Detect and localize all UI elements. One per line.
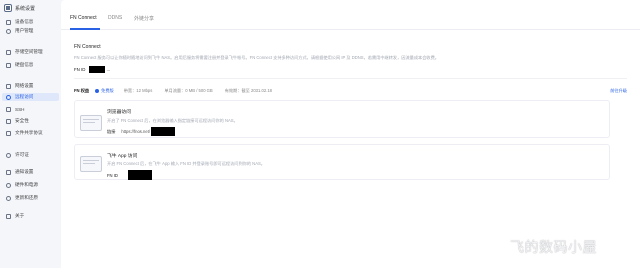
plan-badge-text: 免费版: [101, 88, 114, 93]
browser-access-title: 浏览器访问: [107, 110, 131, 115]
sidebar-item-license[interactable]: 许可证: [2, 151, 59, 159]
app-fn-id-redacted: [127, 170, 152, 180]
browser-link-redacted: [151, 127, 176, 136]
sidebar-item-remote-access[interactable]: 远程访问: [2, 93, 59, 101]
app-access-title: 飞牛 App 访问: [107, 154, 138, 159]
update-icon: [6, 195, 11, 201]
plan-badge: 免费版: [95, 88, 114, 94]
sidebar-item-label: 文件共享协议: [15, 130, 43, 135]
fn-id-row: FN ID ...: [74, 66, 110, 73]
power-icon: [6, 182, 11, 188]
tab-bar: FN Connect DDNS 外链分享: [61, 0, 640, 30]
upgrade-link[interactable]: 前往升级: [610, 88, 627, 94]
sidebar-item-storage[interactable]: 存储空间管理: [2, 48, 59, 56]
settings-window: 系统设置 设备信息 用户管理 存储空间管理 硬盘信息 网络设置 远程访问 SSH…: [0, 0, 640, 268]
sidebar-item-disk-info[interactable]: 硬盘信息: [2, 61, 59, 69]
storage-icon: [6, 49, 11, 55]
sidebar-item-network[interactable]: 网络设置: [2, 82, 59, 90]
sidebar-item-notifications[interactable]: 通知设置: [2, 168, 59, 176]
sidebar-item-label: 硬盘信息: [15, 62, 34, 67]
app-illustration-icon: [80, 156, 102, 172]
sidebar-item-label: 硬件和电源: [15, 182, 38, 187]
browser-link-value[interactable]: https://fnos.net/: [121, 129, 150, 134]
fn-id-redacted: [89, 66, 106, 73]
sidebar-item-label: 存储空间管理: [15, 49, 43, 54]
sidebar-item-update-restore[interactable]: 更新和还原: [2, 194, 59, 202]
terminal-icon: [6, 106, 11, 112]
tab-fn-connect[interactable]: FN Connect: [70, 15, 97, 21]
browser-illustration-icon: [80, 115, 102, 131]
sidebar-item-hardware-power[interactable]: 硬件和电源: [2, 181, 59, 189]
browser-link-label: 链接: [107, 128, 116, 134]
sidebar-item-ssh[interactable]: SSH: [2, 105, 59, 113]
fn-connect-description: FN Connect 服务可以让你随时随地访问到飞牛 NAS。启用后服务将需要注…: [74, 55, 439, 60]
sidebar-item-user-management[interactable]: 用户管理: [2, 27, 59, 35]
sidebar-item-about[interactable]: 关于: [2, 212, 59, 220]
tab-external-share[interactable]: 外链分享: [134, 15, 154, 22]
plan-row: FN 权益 免费版 带宽：12 Mbps 单月流量：0 MB / 500 GB …: [74, 87, 627, 95]
app-logo-icon: [4, 4, 12, 12]
bell-icon: [6, 169, 11, 175]
plan-badge-icon: [95, 89, 100, 93]
disk-icon: [6, 62, 11, 68]
browser-access-description: 开启了 FN Connect 后，在浏览器输入指定链接可远程访问你的 NAS。: [107, 118, 238, 123]
sidebar-item-label: 安全性: [15, 118, 29, 123]
app-fn-id-label: FN ID: [107, 172, 118, 178]
sidebar-item-label: SSH: [15, 106, 25, 112]
user-icon: [6, 28, 11, 34]
active-tab-indicator: [70, 28, 100, 30]
plan-label: FN 权益: [74, 88, 90, 93]
browser-access-card: 浏览器访问 开启了 FN Connect 后，在浏览器输入指定链接可远程访问你的…: [74, 100, 610, 138]
sidebar: 系统设置 设备信息 用户管理 存储空间管理 硬盘信息 网络设置 远程访问 SSH…: [0, 0, 61, 268]
monitor-icon: [6, 19, 11, 25]
license-icon: [6, 152, 11, 158]
fn-id-label: FN ID: [74, 67, 86, 72]
plan-bandwidth: 带宽：12 Mbps: [123, 88, 153, 93]
app-access-id-row: FN ID: [107, 170, 152, 180]
sidebar-item-label: 许可证: [15, 152, 29, 157]
plan-monthly-traffic: 单月流量：0 MB / 500 GB: [164, 88, 213, 93]
share-icon: [6, 130, 11, 136]
watermark: 飞的数码小屋: [510, 240, 597, 256]
browser-access-link-row: 链接 https://fnos.net/: [107, 127, 176, 136]
sidebar-item-label: 远程访问: [15, 94, 34, 99]
app-access-card: 飞牛 App 访问 开启 FN Connect 后，在飞牛 App 输入 FN …: [74, 144, 610, 180]
sidebar-item-label: 通知设置: [15, 169, 34, 174]
divider: [74, 78, 627, 79]
fn-connect-title: FN Connect: [74, 44, 101, 50]
sidebar-item-label: 网络设置: [15, 83, 34, 88]
app-access-description: 开启 FN Connect 后，在飞牛 App 输入 FN ID 并登录账号即可…: [107, 161, 265, 166]
network-icon: [6, 83, 11, 89]
fn-id-suffix: ...: [106, 67, 111, 72]
app-title: 系统设置: [15, 5, 36, 12]
sidebar-item-label: 用户管理: [15, 28, 34, 33]
sidebar-item-security[interactable]: 安全性: [2, 117, 59, 125]
main-panel: FN Connect DDNS 外链分享 FN Connect FN Conne…: [61, 0, 640, 268]
remote-icon: [6, 94, 11, 100]
sidebar-item-label: 关于: [15, 213, 25, 218]
sidebar-item-file-sharing[interactable]: 文件共享协议: [2, 129, 59, 137]
app-header: 系统设置: [0, 0, 61, 16]
plan-expiry: 有效期：截至 2031.02.18: [224, 88, 272, 93]
sidebar-item-device-info[interactable]: 设备信息: [2, 18, 59, 26]
info-icon: [6, 213, 11, 219]
sidebar-item-label: 更新和还原: [15, 195, 38, 200]
tab-ddns[interactable]: DDNS: [108, 15, 122, 21]
shield-icon: [6, 118, 11, 124]
sidebar-item-label: 设备信息: [15, 19, 34, 24]
